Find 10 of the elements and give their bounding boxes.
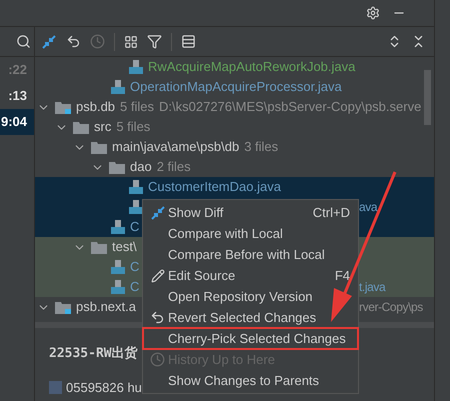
- module-path: D:\ks027276\MES\psbServer-Copy\psb.serve: [159, 98, 422, 116]
- commit-author: 05595826 hu: [66, 378, 142, 396]
- tree-item-name: t.java: [359, 279, 386, 296]
- file-count: 5 files: [116, 118, 150, 136]
- tree-item-name: ava: [359, 199, 378, 216]
- commit-title: 22535-RW出货: [49, 345, 138, 363]
- file-count: 5 files: [120, 98, 154, 116]
- file-count: 2 files: [156, 158, 191, 176]
- tree-item-name: rver-Copy\ps: [359, 299, 423, 316]
- file-count: 3 files: [244, 138, 278, 156]
